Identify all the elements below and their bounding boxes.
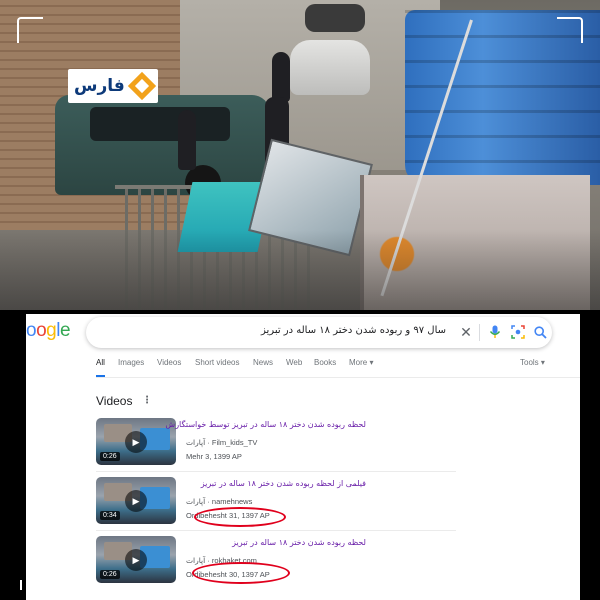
video-source: آپارات · namehnews [186, 497, 253, 506]
tab-more[interactable]: More ▾ [349, 358, 373, 367]
google-logo[interactable]: oogle [26, 320, 71, 342]
frame-shade [0, 230, 600, 310]
play-icon[interactable]: ▶ [125, 549, 147, 571]
tabs-divider [96, 377, 580, 378]
person-walking [272, 52, 290, 102]
fars-logo-text: فارس [74, 76, 125, 96]
tab-news[interactable]: News [253, 358, 273, 367]
fars-logo: فارس [68, 69, 158, 103]
video-date: Mehr 3, 1399 AP [186, 452, 242, 461]
video-title-link[interactable]: فیلمی از لحظه ربوده شدن دختر ۱۸ ساله در … [186, 479, 366, 488]
cctv-video-frame: فارس [0, 0, 600, 310]
google-results-page: oogle سال ۹۷ و ربوده شدن دختر ۱۸ ساله در… [26, 314, 580, 600]
videos-section-title: Videos [96, 394, 133, 408]
video-title-link[interactable]: لحظه ربوده شدن دختر ۱۸ ساله در تبریز [186, 538, 366, 547]
video-duration: 0:26 [100, 452, 120, 461]
parked-car-white [290, 40, 370, 95]
tab-videos[interactable]: Videos [157, 358, 181, 367]
search-box[interactable]: سال ۹۷ و ربوده شدن دختر ۱۸ ساله در تبریز… [86, 317, 552, 348]
logo-letter: o [36, 320, 47, 341]
logo-letter: e [59, 320, 71, 341]
tab-web[interactable]: Web [286, 358, 302, 367]
video-source: آپارات · Film_kids_TV [186, 438, 258, 447]
tab-books[interactable]: Books [314, 358, 336, 367]
play-icon[interactable]: ▶ [125, 431, 147, 453]
result-divider [96, 530, 456, 531]
tab-all[interactable]: All [96, 358, 105, 377]
result-divider [96, 471, 456, 472]
close-icon[interactable]: ✕ [458, 324, 474, 340]
person-near-suv [178, 110, 196, 170]
parked-car-dark [305, 4, 365, 32]
search-icon[interactable] [532, 324, 548, 340]
more-options-icon[interactable]: ⋮ [142, 395, 152, 406]
fars-logo-mark-icon [127, 71, 157, 101]
logo-letter: g [46, 320, 57, 341]
frame-corner-top-right [557, 17, 583, 43]
frame-corner-top-left [17, 17, 43, 43]
annotation-circle-date [192, 562, 290, 584]
annotation-circle-date [194, 507, 286, 527]
edge-mark-left [20, 580, 22, 590]
search-divider [479, 324, 480, 341]
tools-button[interactable]: Tools ▾ [520, 358, 545, 367]
logo-letter: o [26, 320, 37, 341]
video-title-link[interactable]: لحظه ربوده شدن دختر ۱۸ ساله در تبریز توس… [165, 420, 366, 429]
tab-images[interactable]: Images [118, 358, 144, 367]
video-duration: 0:26 [100, 570, 120, 579]
tab-short-videos[interactable]: Short videos [195, 358, 239, 367]
video-result[interactable]: ▶ 0:26 لحظه ربوده شدن دختر ۱۸ ساله در تب… [96, 418, 456, 468]
lens-icon[interactable] [510, 324, 526, 340]
mic-icon[interactable] [487, 324, 503, 340]
play-icon[interactable]: ▶ [125, 490, 147, 512]
video-duration: 0:34 [100, 511, 120, 520]
search-input[interactable]: سال ۹۷ و ربوده شدن دختر ۱۸ ساله در تبریز [146, 325, 446, 336]
green-suv [55, 95, 270, 201]
